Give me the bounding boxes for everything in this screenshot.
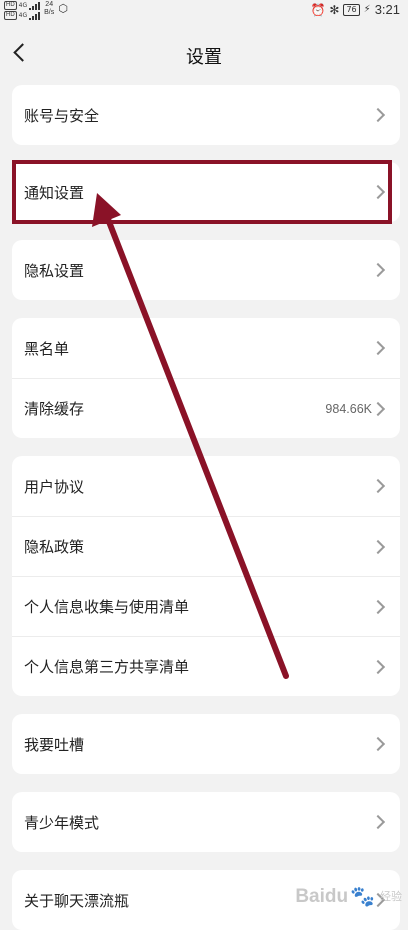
charging-icon: ⚡	[363, 4, 371, 15]
settings-group-legal: 用户协议 隐私政策 个人信息收集与使用清单 个人信息第三方共享清单	[12, 456, 400, 696]
hd-badge: HD	[4, 1, 17, 10]
settings-item-feedback[interactable]: 我要吐槽	[12, 714, 400, 774]
network-type: 4G	[18, 2, 28, 9]
nav-bar: 设置	[0, 28, 408, 80]
page-title: 设置	[186, 47, 222, 68]
settings-item-privacy-policy[interactable]: 隐私政策	[12, 516, 400, 576]
status-bar: HD 4G HD 4G 24 B/s ⬡ ⏰ ✻ 76 ⚡ 3:21	[0, 0, 408, 20]
chevron-right-icon	[370, 401, 386, 417]
network-speed: 24 B/s	[44, 1, 55, 16]
alarm-icon: ⏰	[310, 2, 326, 17]
settings-group-feedback: 我要吐槽	[12, 714, 400, 774]
settings-item-notification[interactable]: 通知设置	[12, 162, 400, 222]
settings-group-account: 账号与安全	[12, 85, 400, 145]
status-time: 3:21	[374, 2, 400, 17]
settings-item-third-party-sharing-list[interactable]: 个人信息第三方共享清单	[12, 636, 400, 696]
network-type: 4G	[18, 12, 28, 19]
app-notification-icon: ⬡	[58, 2, 68, 15]
settings-item-account-security[interactable]: 账号与安全	[12, 85, 400, 145]
settings-item-info-collection-list[interactable]: 个人信息收集与使用清单	[12, 576, 400, 636]
bluetooth-icon: ✻	[329, 2, 340, 17]
settings-group-youth: 青少年模式	[12, 792, 400, 852]
signal-icon	[29, 11, 41, 20]
battery-icon: 76	[343, 3, 360, 16]
settings-item-clear-cache[interactable]: 清除缓存 984.66K	[12, 378, 400, 438]
settings-item-user-agreement[interactable]: 用户协议	[12, 456, 400, 516]
paw-icon: 🐾	[350, 886, 375, 908]
baidu-watermark: Baidu 🐾 经验	[295, 885, 402, 909]
settings-group-data: 黑名单 清除缓存 984.66K	[12, 318, 400, 438]
sim-indicators: HD 4G HD 4G	[4, 1, 41, 20]
settings-item-blacklist[interactable]: 黑名单	[12, 318, 400, 378]
settings-item-youth-mode[interactable]: 青少年模式	[12, 792, 400, 852]
settings-group-notification: 通知设置	[12, 162, 400, 222]
settings-item-privacy[interactable]: 隐私设置	[12, 240, 400, 300]
cache-size: 984.66K	[325, 401, 372, 416]
settings-group-privacy: 隐私设置	[12, 240, 400, 300]
signal-icon	[29, 1, 41, 10]
hd-badge: HD	[4, 11, 17, 20]
